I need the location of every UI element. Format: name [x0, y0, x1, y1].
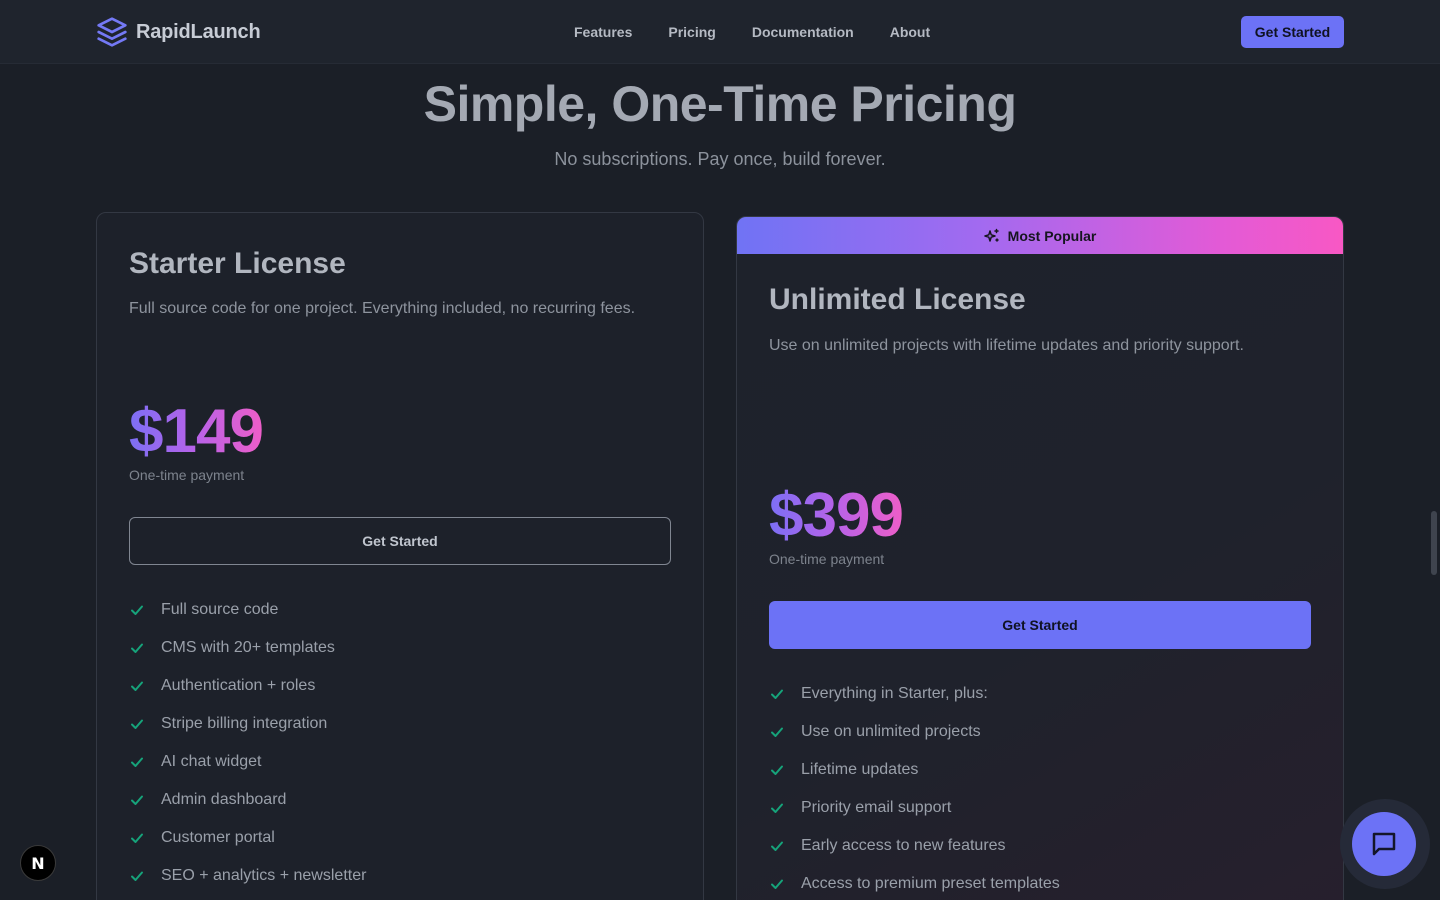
check-icon	[131, 871, 143, 881]
nav-link-about[interactable]: About	[890, 22, 930, 42]
feature-text: AI chat widget	[161, 753, 262, 770]
chat-bubble-icon	[1372, 832, 1396, 856]
feature-text: Early access to new features	[801, 837, 1006, 854]
price-note: One-time payment	[129, 467, 245, 483]
check-icon	[131, 795, 143, 805]
nav-link-features[interactable]: Features	[574, 22, 632, 42]
list-item: Stripe billing integration	[129, 705, 366, 743]
pricing-card-starter: Starter License Full source code for one…	[96, 212, 704, 900]
list-item: Use on unlimited projects	[769, 713, 1060, 751]
check-icon	[131, 605, 143, 615]
list-item: Authentication + roles	[129, 667, 366, 705]
nav-link-pricing[interactable]: Pricing	[668, 22, 715, 42]
brand-name: RapidLaunch	[136, 20, 261, 43]
check-icon	[131, 643, 143, 653]
feature-text: Customer portal	[161, 829, 275, 846]
feature-list: Full source code CMS with 20+ templates …	[129, 591, 366, 895]
feature-text: Access to premium preset templates	[801, 875, 1060, 892]
pricing-card-unlimited: Most Popular Unlimited License Use on un…	[736, 216, 1344, 900]
check-icon	[771, 841, 783, 851]
feature-text: Everything in Starter, plus:	[801, 685, 988, 702]
list-item: Full source code	[129, 591, 366, 629]
list-item: AI chat widget	[129, 743, 366, 781]
list-item: Priority email support	[769, 789, 1060, 827]
dev-tools-badge[interactable]: N	[20, 845, 56, 881]
feature-text: Admin dashboard	[161, 791, 287, 808]
top-navbar: RapidLaunch Features Pricing Documentati…	[0, 0, 1440, 64]
feature-text: Full source code	[161, 601, 279, 618]
brand-logo[interactable]: RapidLaunch	[96, 16, 261, 48]
list-item: Access to premium preset templates	[769, 865, 1060, 900]
list-item: Admin dashboard	[129, 781, 366, 819]
nav-link-documentation[interactable]: Documentation	[752, 22, 854, 42]
starter-get-started-button[interactable]: Get Started	[129, 517, 671, 565]
plan-price: $399	[769, 481, 904, 550]
feature-text: SEO + analytics + newsletter	[161, 867, 367, 884]
unlimited-get-started-button[interactable]: Get Started	[769, 601, 1311, 649]
feature-text: Stripe billing integration	[161, 715, 328, 732]
list-item: CMS with 20+ templates	[129, 629, 366, 667]
list-item: Everything in Starter, plus:	[769, 675, 1060, 713]
plan-name: Starter License	[129, 247, 346, 280]
check-icon	[131, 757, 143, 767]
nav-get-started-button[interactable]: Get Started	[1241, 16, 1344, 48]
check-icon	[131, 833, 143, 843]
check-icon	[771, 689, 783, 699]
nav-links: Features Pricing Documentation About	[574, 22, 930, 42]
page-title: Simple, One-Time Pricing	[423, 76, 1017, 132]
list-item: Lifetime updates	[769, 751, 1060, 789]
list-item: Early access to new features	[769, 827, 1060, 865]
plan-description: Full source code for one project. Everyt…	[129, 300, 636, 317]
check-icon	[771, 803, 783, 813]
plan-name: Unlimited License	[769, 283, 1026, 316]
dev-badge-letter: N	[31, 853, 45, 873]
plan-price: $149	[129, 397, 264, 466]
check-icon	[131, 681, 143, 691]
sparkles-icon	[983, 228, 999, 242]
list-item: SEO + analytics + newsletter	[129, 857, 366, 895]
list-item: Customer portal	[129, 819, 366, 857]
badge-label: Most Popular	[1007, 227, 1097, 244]
stacked-layers-icon	[97, 17, 127, 47]
plan-description: Use on unlimited projects with lifetime …	[769, 337, 1244, 354]
check-icon	[771, 879, 783, 889]
page-subtitle: No subscriptions. Pay once, build foreve…	[554, 149, 886, 169]
feature-text: Lifetime updates	[801, 761, 919, 778]
feature-text: Priority email support	[801, 799, 952, 816]
page-scrollbar[interactable]	[1431, 511, 1437, 575]
chat-widget-button[interactable]	[1352, 812, 1416, 876]
most-popular-badge: Most Popular	[737, 217, 1343, 254]
check-icon	[771, 765, 783, 775]
price-note: One-time payment	[769, 551, 885, 567]
feature-text: Authentication + roles	[161, 677, 316, 694]
check-icon	[131, 719, 143, 729]
check-icon	[771, 727, 783, 737]
feature-list: Everything in Starter, plus: Use on unli…	[769, 675, 1060, 900]
feature-text: Use on unlimited projects	[801, 723, 981, 740]
feature-text: CMS with 20+ templates	[161, 639, 335, 656]
